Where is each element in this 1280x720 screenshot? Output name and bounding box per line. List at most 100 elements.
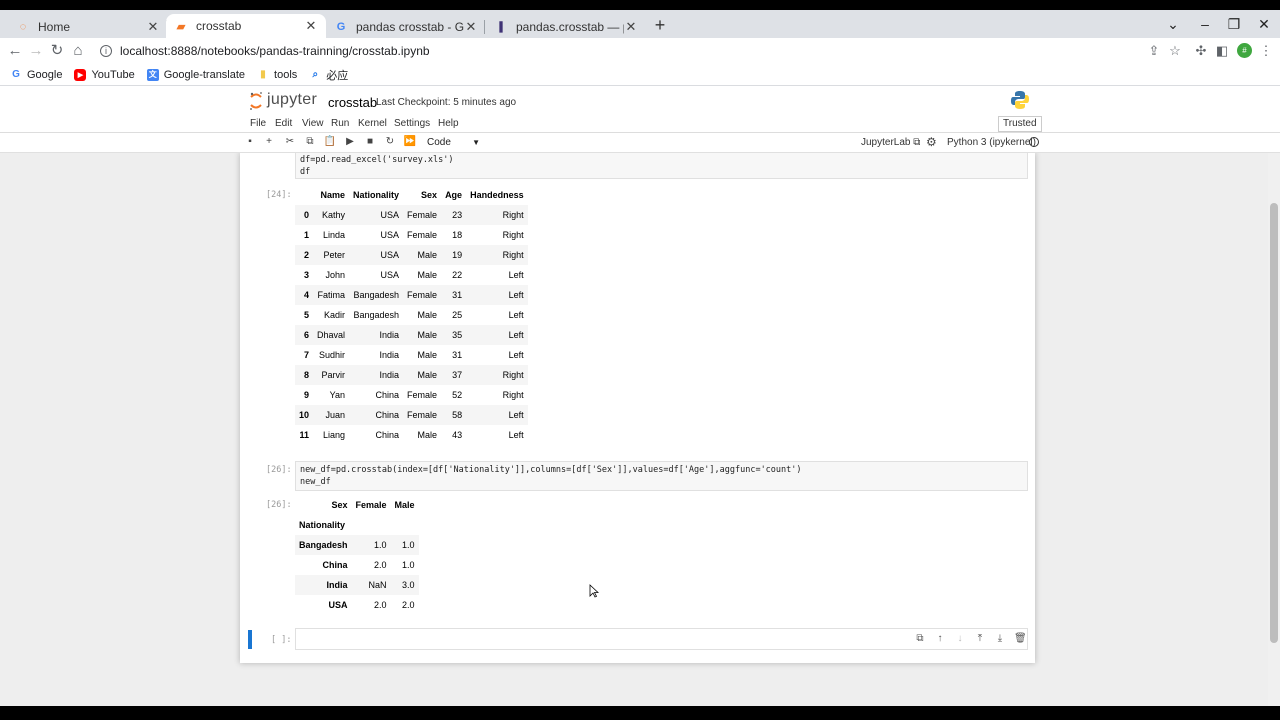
menu-edit[interactable]: Edit bbox=[275, 118, 292, 129]
close-icon[interactable]: ✕ bbox=[304, 18, 318, 34]
table-cell: USA bbox=[380, 250, 400, 260]
close-icon[interactable]: ✕ bbox=[146, 19, 160, 35]
home-icon[interactable]: ⌂ bbox=[69, 42, 87, 60]
table-cell: Right bbox=[502, 230, 524, 240]
bookmark-youtube[interactable]: ▶ YouTube bbox=[74, 68, 135, 81]
bookmark-bing[interactable]: ⌕ 必应 bbox=[309, 67, 348, 83]
table-cell: Kadir bbox=[324, 310, 346, 320]
table-row: USA 2.0 2.0 bbox=[295, 595, 419, 615]
minimize-icon[interactable]: – bbox=[1195, 16, 1215, 32]
insert-cell-icon[interactable]: + bbox=[262, 135, 276, 149]
table-cell: 1.0 bbox=[374, 540, 387, 550]
tab-crosstab[interactable]: ▰ crosstab ✕ bbox=[166, 14, 326, 38]
table-cell: 43 bbox=[452, 430, 463, 440]
forward-arrow-icon[interactable]: → bbox=[27, 42, 45, 60]
tab-separator bbox=[484, 20, 485, 34]
tab-pandas-docs[interactable]: ∥ pandas.crosstab — pandas 2.1.0 ✕ bbox=[486, 15, 646, 38]
delete-cell-icon[interactable]: 🗑 bbox=[1014, 633, 1027, 645]
reload-icon[interactable]: ↻ bbox=[48, 42, 66, 60]
notebook-name[interactable]: crosstab bbox=[328, 95, 377, 110]
table-cell: Fatima bbox=[317, 290, 346, 300]
cell-type-value: Code bbox=[427, 137, 451, 148]
run-icon[interactable]: ▶ bbox=[343, 135, 357, 149]
paste-icon[interactable]: 📋 bbox=[323, 135, 337, 149]
stop-icon[interactable]: ■ bbox=[363, 135, 377, 149]
menu-help[interactable]: Help bbox=[438, 118, 459, 129]
insert-below-icon[interactable]: ⤓ bbox=[994, 633, 1006, 645]
trusted-indicator[interactable]: Trusted bbox=[998, 116, 1042, 132]
close-icon[interactable]: ✕ bbox=[464, 19, 478, 35]
jupyter-app: jupyter crosstab Last Checkpoint: 5 minu… bbox=[0, 86, 1280, 706]
menu-file[interactable]: File bbox=[250, 118, 266, 129]
table-cell: Right bbox=[502, 370, 524, 380]
tab-google-search[interactable]: G pandas crosstab - Google 搜索 ✕ bbox=[326, 15, 486, 38]
kebab-menu-icon[interactable]: ⋮ bbox=[1257, 42, 1275, 60]
bookmark-google[interactable]: G Google bbox=[10, 69, 62, 81]
duplicate-cell-icon[interactable]: ⧉ bbox=[914, 633, 926, 645]
insert-above-icon[interactable]: ⤒ bbox=[974, 633, 986, 645]
site-info-icon[interactable]: i bbox=[100, 45, 112, 57]
close-icon[interactable]: ✕ bbox=[624, 19, 638, 35]
table-cell: 25 bbox=[452, 310, 463, 320]
profile-avatar[interactable]: # bbox=[1237, 43, 1252, 58]
url-omnibox[interactable]: i localhost:8888/notebooks/pandas-trainn… bbox=[94, 39, 1138, 63]
cell-type-select[interactable]: Code ▼ bbox=[422, 135, 484, 150]
tab-search-icon[interactable]: ⌄ bbox=[1163, 16, 1183, 33]
jupyter-logo-text[interactable]: jupyter bbox=[267, 91, 317, 109]
menu-run[interactable]: Run bbox=[331, 118, 349, 129]
kernel-name[interactable]: Python 3 (ipykernel) bbox=[947, 137, 1036, 148]
new-tab-button[interactable]: + bbox=[650, 16, 670, 36]
save-icon[interactable]: ▪ bbox=[243, 135, 257, 149]
column-header: Name bbox=[320, 190, 346, 200]
tab-title: Home bbox=[38, 19, 71, 34]
copy-icon[interactable]: ⧉ bbox=[303, 135, 317, 149]
bookmark-tools[interactable]: ▮ tools bbox=[257, 69, 297, 81]
tab-title: crosstab bbox=[196, 19, 242, 33]
gear-icon[interactable]: ⚙ bbox=[926, 135, 937, 149]
table-row: 0 Kathy USA Female 23 Right bbox=[295, 205, 528, 225]
cut-icon[interactable]: ✂ bbox=[283, 135, 297, 149]
restore-icon[interactable]: ❐ bbox=[1224, 16, 1244, 33]
share-icon[interactable]: ⇪ bbox=[1145, 42, 1163, 60]
restart-icon[interactable]: ↻ bbox=[383, 135, 397, 149]
row-index: 1 bbox=[304, 230, 310, 240]
scrollbar-thumb[interactable] bbox=[1270, 203, 1278, 643]
back-arrow-icon[interactable]: ← bbox=[6, 42, 24, 60]
vertical-scrollbar[interactable] bbox=[1268, 153, 1280, 706]
code-cell-input[interactable]: new_df=pd.crosstab(index=[df['Nationalit… bbox=[295, 461, 1028, 491]
mouse-cursor-icon bbox=[589, 584, 599, 598]
window-close-icon[interactable]: ✕ bbox=[1254, 16, 1274, 33]
table-cell: China bbox=[375, 410, 400, 420]
restart-run-all-icon[interactable]: ⏩ bbox=[403, 135, 417, 149]
table-cell: Right bbox=[502, 390, 524, 400]
row-index: 0 bbox=[304, 210, 310, 220]
table-row: 3 John USA Male 22 Left bbox=[295, 265, 528, 285]
extensions-puzzle-icon[interactable]: ✣ bbox=[1192, 42, 1210, 60]
tab-home[interactable]: ◌ Home ✕ bbox=[8, 15, 168, 38]
move-up-icon[interactable]: ↑ bbox=[934, 633, 946, 645]
table-row: 10 Juan China Female 58 Left bbox=[295, 405, 528, 425]
chevron-down-icon: ▼ bbox=[472, 138, 480, 147]
bookmark-google-translate[interactable]: 文 Google-translate bbox=[146, 68, 245, 81]
table-cell: Left bbox=[508, 270, 524, 280]
bookmark-star-icon[interactable]: ☆ bbox=[1166, 42, 1184, 60]
menu-settings[interactable]: Settings bbox=[394, 118, 430, 129]
row-index: India bbox=[326, 580, 348, 590]
jupyterlab-link[interactable]: JupyterLab ⧉ bbox=[861, 137, 920, 148]
notebook-panel: df=pd.read_excel('survey.xls') df [24]: … bbox=[240, 153, 1035, 663]
code-cell-input[interactable]: df=pd.read_excel('survey.xls') df bbox=[295, 153, 1028, 179]
table-cell: Female bbox=[407, 230, 438, 240]
column-header: Male bbox=[394, 500, 415, 510]
menu-kernel[interactable]: Kernel bbox=[358, 118, 387, 129]
row-index: USA bbox=[328, 600, 348, 610]
side-panel-icon[interactable]: ◧ bbox=[1213, 42, 1231, 60]
table-cell: Male bbox=[417, 330, 438, 340]
notebook-scroll-area[interactable]: df=pd.read_excel('survey.xls') df [24]: … bbox=[0, 153, 1280, 706]
table-cell: 58 bbox=[452, 410, 463, 420]
empty-code-cell[interactable]: [ ]: ⧉ ↑ ↓ ⤒ ⤓ 🗑 bbox=[240, 626, 1035, 654]
input-prompt: [26]: bbox=[266, 465, 292, 475]
table-body: Bangadesh 1.0 1.0 China 2.0 1.0 India NaN 3.0 USA… bbox=[295, 535, 419, 615]
move-down-icon[interactable]: ↓ bbox=[954, 633, 966, 645]
jupyter-logo-icon[interactable] bbox=[249, 91, 263, 111]
menu-view[interactable]: View bbox=[302, 118, 324, 129]
